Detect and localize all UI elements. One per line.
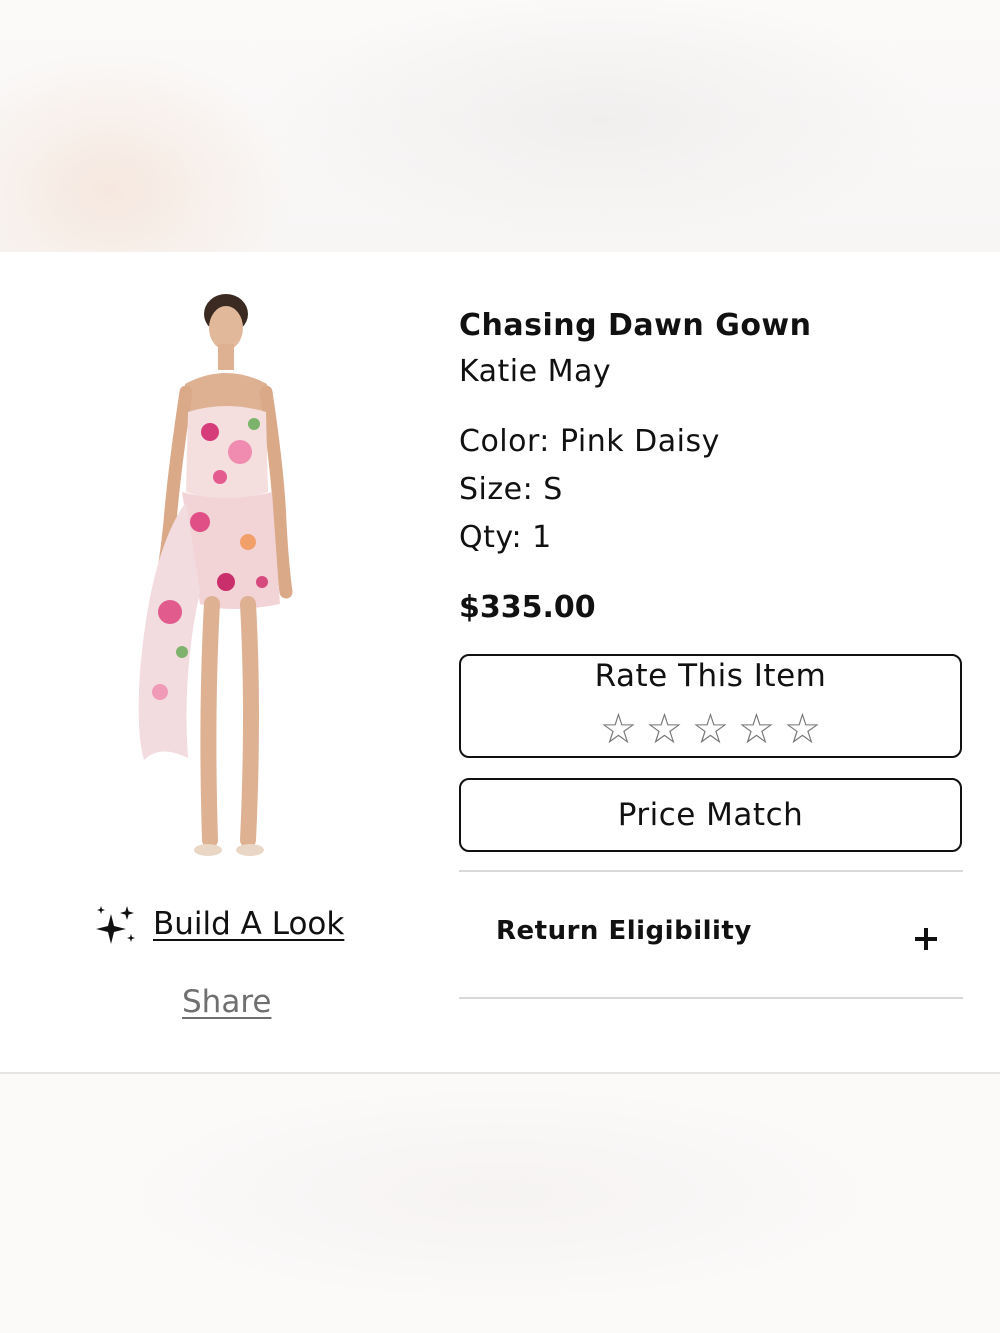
star-1-icon[interactable]: ☆ (599, 708, 639, 750)
product-brand: Katie May (459, 354, 612, 389)
product-quantity: Qty: 1 (459, 520, 552, 555)
return-eligibility-accordion[interactable]: Return Eligibility (459, 872, 963, 997)
star-2-icon[interactable]: ☆ (645, 708, 685, 750)
product-color: Color: Pink Daisy (459, 424, 720, 459)
share-link[interactable]: Share (182, 984, 271, 1020)
return-eligibility-label: Return Eligibility (496, 916, 752, 946)
plus-icon[interactable] (915, 928, 937, 950)
product-price: $335.00 (459, 590, 596, 625)
product-image[interactable] (130, 292, 310, 872)
star-4-icon[interactable]: ☆ (737, 708, 777, 750)
dress-model-illustration (138, 294, 293, 856)
product-card: Build A Look Share Chasing Dawn Gown Kat… (0, 252, 1000, 1074)
price-match-button[interactable]: Price Match (459, 778, 962, 852)
star-3-icon[interactable]: ☆ (691, 708, 731, 750)
sparkle-icon (96, 906, 135, 944)
build-a-look-label: Build A Look (153, 906, 345, 942)
rate-item-box: Rate This Item ☆ ☆ ☆ ☆ ☆ (459, 654, 962, 758)
star-rating: ☆ ☆ ☆ ☆ ☆ (461, 708, 960, 750)
product-size: Size: S (459, 472, 563, 507)
blurred-background-top (0, 0, 1000, 252)
build-a-look-link[interactable]: Build A Look (95, 904, 344, 944)
product-title: Chasing Dawn Gown (459, 308, 812, 343)
divider (459, 997, 963, 999)
star-5-icon[interactable]: ☆ (783, 708, 823, 750)
blurred-background-bottom (0, 1074, 1000, 1333)
rate-item-title: Rate This Item (594, 658, 827, 694)
